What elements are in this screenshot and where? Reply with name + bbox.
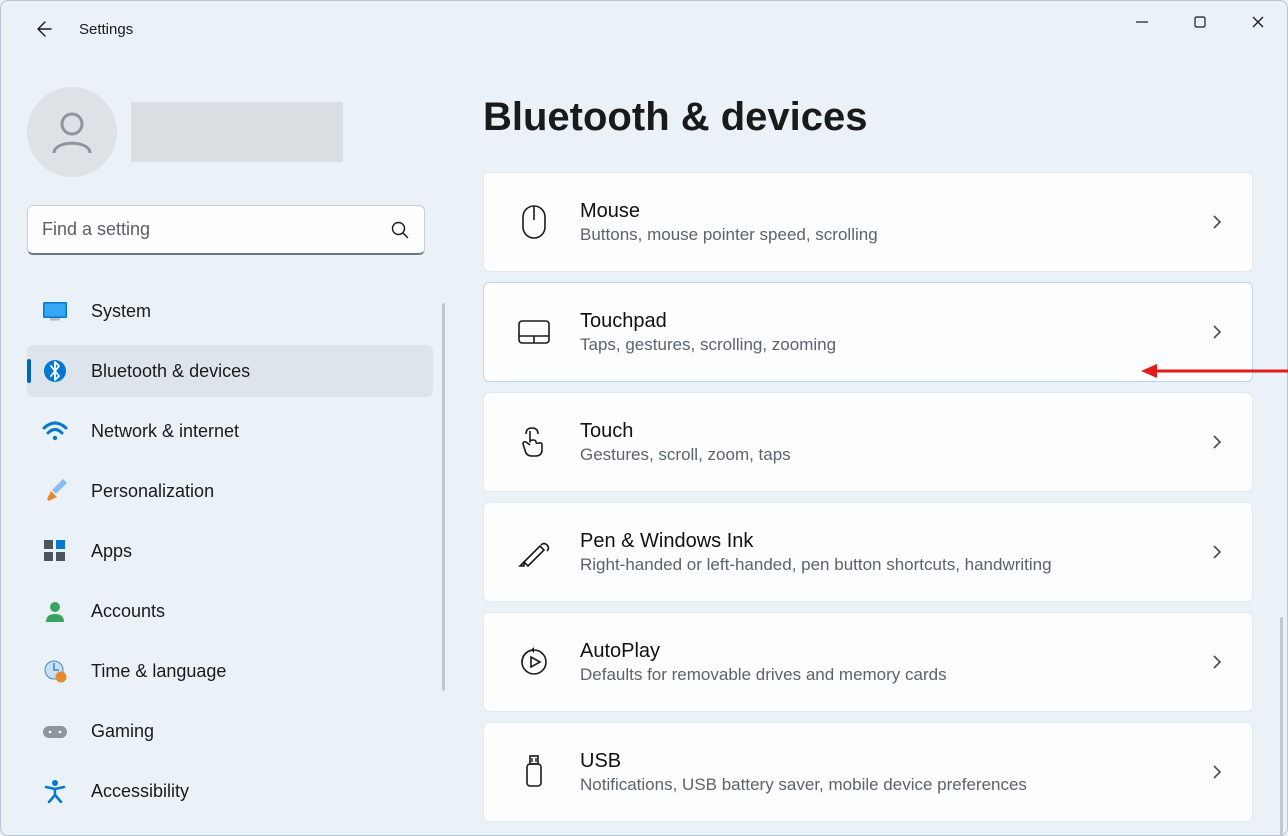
sidebar-item-label: Network & internet xyxy=(91,421,239,442)
close-icon xyxy=(1251,15,1265,29)
person-icon xyxy=(45,105,99,159)
sidebar-item-label: Personalization xyxy=(91,481,214,502)
sidebar-item-label: Accounts xyxy=(91,601,165,622)
gaming-icon xyxy=(41,717,69,745)
card-title: Touchpad xyxy=(580,310,1208,333)
sidebar-item-label: Accessibility xyxy=(91,781,189,802)
search-icon xyxy=(390,220,410,240)
card-touch[interactable]: Touch Gestures, scroll, zoom, taps xyxy=(483,392,1253,492)
chevron-right-icon xyxy=(1208,544,1226,560)
card-title: Mouse xyxy=(580,200,1208,223)
card-desc: Gestures, scroll, zoom, taps xyxy=(580,445,1208,465)
chevron-right-icon xyxy=(1208,764,1226,780)
page-title: Bluetooth & devices xyxy=(483,95,1253,140)
sidebar-item-personalization[interactable]: Personalization xyxy=(27,465,433,517)
card-desc: Notifications, USB battery saver, mobile… xyxy=(580,775,1208,795)
profile-block[interactable] xyxy=(27,87,443,177)
sidebar-item-accessibility[interactable]: Accessibility xyxy=(27,765,433,817)
sidebar-item-apps[interactable]: Apps xyxy=(27,525,433,577)
sidebar-scrollbar[interactable] xyxy=(442,303,445,691)
usb-icon xyxy=(512,754,556,790)
sidebar-item-system[interactable]: System xyxy=(27,285,433,337)
card-mouse[interactable]: Mouse Buttons, mouse pointer speed, scro… xyxy=(483,172,1253,272)
sidebar-item-label: Apps xyxy=(91,541,132,562)
sidebar-item-label: Gaming xyxy=(91,721,154,742)
time-language-icon xyxy=(41,657,69,685)
close-button[interactable] xyxy=(1229,1,1287,43)
wifi-icon xyxy=(41,417,69,445)
card-title: AutoPlay xyxy=(580,640,1208,663)
apps-icon xyxy=(41,537,69,565)
chevron-right-icon xyxy=(1208,654,1226,670)
sidebar-nav: System Bluetooth & devices Network & int… xyxy=(27,285,443,817)
sidebar-item-gaming[interactable]: Gaming xyxy=(27,705,433,757)
card-usb[interactable]: USB Notifications, USB battery saver, mo… xyxy=(483,722,1253,822)
sidebar-item-label: Time & language xyxy=(91,661,226,682)
minimize-button[interactable] xyxy=(1113,1,1171,43)
chevron-right-icon xyxy=(1208,324,1226,340)
system-icon xyxy=(41,297,69,325)
accounts-icon xyxy=(41,597,69,625)
card-desc: Right-handed or left-handed, pen button … xyxy=(580,555,1208,575)
account-name-placeholder xyxy=(131,102,343,162)
titlebar: Settings xyxy=(1,1,1287,57)
window-controls xyxy=(1113,1,1287,43)
chevron-right-icon xyxy=(1208,214,1226,230)
accessibility-icon xyxy=(41,777,69,805)
autoplay-icon xyxy=(512,646,556,678)
bluetooth-icon xyxy=(41,357,69,385)
paintbrush-icon xyxy=(41,477,69,505)
sidebar-item-label: Bluetooth & devices xyxy=(91,361,250,382)
card-touchpad[interactable]: Touchpad Taps, gestures, scrolling, zoom… xyxy=(483,282,1253,382)
arrow-left-icon xyxy=(33,19,53,39)
touchpad-icon xyxy=(512,319,556,345)
sidebar-item-bluetooth-devices[interactable]: Bluetooth & devices xyxy=(27,345,433,397)
search-box[interactable] xyxy=(27,205,425,255)
card-autoplay[interactable]: AutoPlay Defaults for removable drives a… xyxy=(483,612,1253,712)
card-title: Touch xyxy=(580,420,1208,443)
content-scrollbar[interactable] xyxy=(1280,617,1283,836)
sidebar-item-time-language[interactable]: Time & language xyxy=(27,645,433,697)
maximize-button[interactable] xyxy=(1171,1,1229,43)
pen-icon xyxy=(512,536,556,568)
search-input[interactable] xyxy=(42,219,382,240)
avatar xyxy=(27,87,117,177)
sidebar-item-network[interactable]: Network & internet xyxy=(27,405,433,457)
card-desc: Defaults for removable drives and memory… xyxy=(580,665,1208,685)
maximize-icon xyxy=(1193,15,1207,29)
minimize-icon xyxy=(1135,15,1149,29)
chevron-right-icon xyxy=(1208,434,1226,450)
card-title: USB xyxy=(580,750,1208,773)
card-desc: Taps, gestures, scrolling, zooming xyxy=(580,335,1208,355)
mouse-icon xyxy=(512,204,556,240)
touch-icon xyxy=(512,426,556,458)
back-button[interactable] xyxy=(23,9,63,49)
app-title: Settings xyxy=(79,21,133,38)
card-desc: Buttons, mouse pointer speed, scrolling xyxy=(580,225,1208,245)
main-content: Bluetooth & devices Mouse Buttons, mouse… xyxy=(461,57,1287,835)
sidebar-item-accounts[interactable]: Accounts xyxy=(27,585,433,637)
sidebar: System Bluetooth & devices Network & int… xyxy=(1,57,461,835)
card-title: Pen & Windows Ink xyxy=(580,530,1208,553)
sidebar-item-label: System xyxy=(91,301,151,322)
card-pen-ink[interactable]: Pen & Windows Ink Right-handed or left-h… xyxy=(483,502,1253,602)
